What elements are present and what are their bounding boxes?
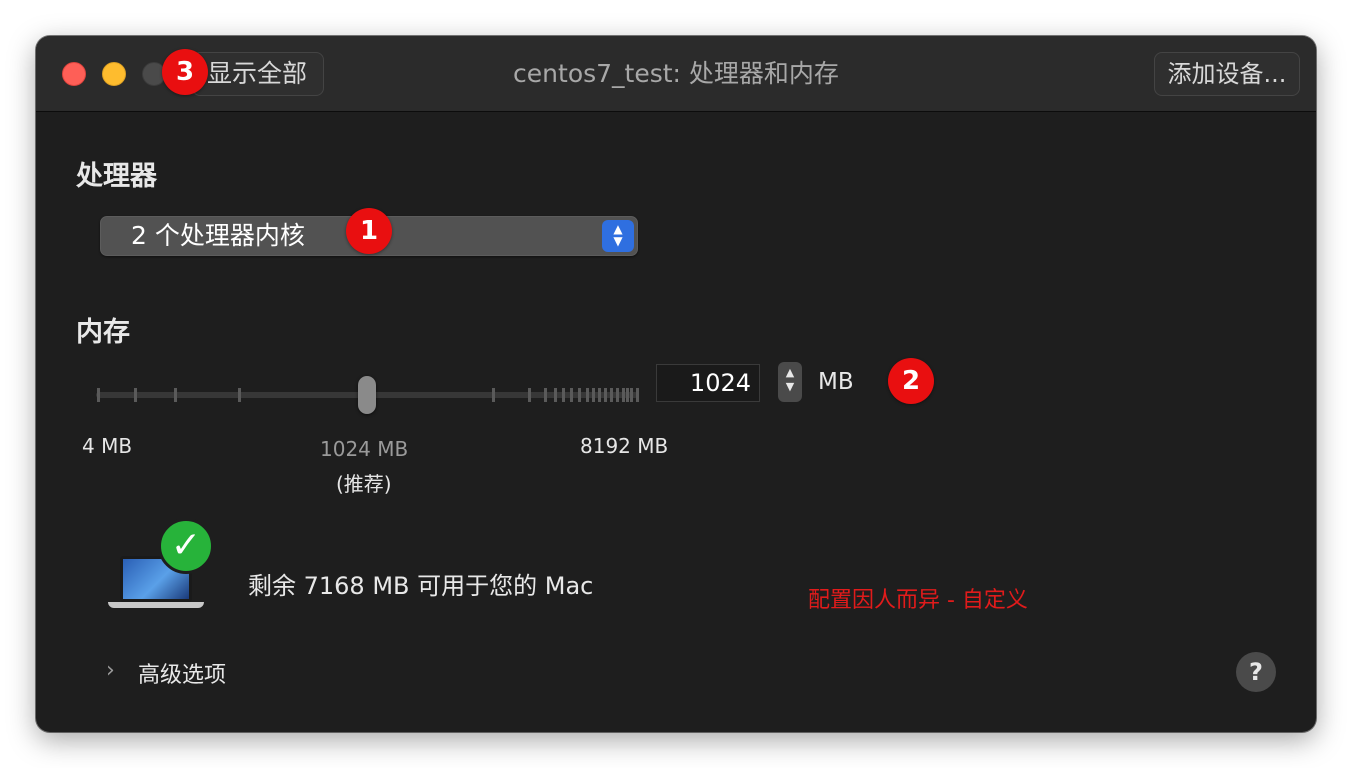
minimize-button[interactable] (102, 62, 126, 86)
memory-unit: MB (818, 369, 854, 395)
slider-recommended-label: 1024 MB (320, 437, 409, 461)
memory-slider-thumb[interactable] (358, 376, 376, 414)
slider-tick (622, 388, 625, 402)
slider-tick (592, 388, 595, 402)
show-all-button[interactable]: 显示全部 (192, 52, 324, 96)
available-memory-text: 剩余 7168 MB 可用于您的 Mac (248, 572, 594, 600)
memory-heading: 内存 (76, 317, 130, 348)
slider-tick (626, 388, 629, 402)
slider-tick (528, 388, 531, 402)
slider-tick (544, 388, 547, 402)
slider-tick (610, 388, 613, 402)
slider-tick (174, 388, 177, 402)
stepper-down-icon[interactable]: ▼ (786, 380, 794, 393)
slider-min-label: 4 MB (82, 434, 133, 458)
slider-tick (238, 388, 241, 402)
up-down-arrows-icon: ▲ ▼ (602, 220, 634, 252)
slider-tick (570, 388, 573, 402)
slider-max-label: 8192 MB (580, 434, 669, 458)
processor-heading: 处理器 (76, 161, 157, 192)
slider-recommended-caption: (推荐) (336, 472, 392, 496)
slider-tick (554, 388, 557, 402)
slider-tick (134, 388, 137, 402)
help-button[interactable]: ? (1236, 652, 1276, 692)
slider-tick (598, 388, 601, 402)
slider-tick (630, 388, 633, 402)
slider-tick (586, 388, 589, 402)
slider-tick (492, 388, 495, 402)
slider-tick (616, 388, 619, 402)
annotation-badge-3: 3 (162, 49, 208, 95)
memory-input[interactable]: 1024 (656, 364, 760, 402)
slider-tick (578, 388, 581, 402)
processor-select-value: 2 个处理器内核 (131, 221, 305, 250)
memory-stepper[interactable]: ▲ ▼ (778, 362, 802, 402)
titlebar: 显示全部 centos7_test: 处理器和内存 添加设备... (36, 36, 1316, 112)
stepper-up-icon[interactable]: ▲ (786, 366, 794, 379)
checkmark-icon: ✓ (158, 518, 214, 574)
slider-tick (562, 388, 565, 402)
close-button[interactable] (62, 62, 86, 86)
add-device-button[interactable]: 添加设备... (1154, 52, 1300, 96)
chevron-right-icon[interactable]: › (106, 658, 115, 683)
annotation-note: 配置因人而异 - 自定义 (808, 588, 1028, 613)
advanced-options-toggle[interactable]: 高级选项 (138, 657, 226, 689)
annotation-badge-1: 1 (346, 208, 392, 254)
slider-tick (636, 388, 639, 402)
settings-window: 显示全部 centos7_test: 处理器和内存 添加设备... 处理器 2 … (36, 36, 1316, 732)
slider-tick (604, 388, 607, 402)
slider-tick (97, 388, 100, 402)
annotation-badge-2: 2 (888, 358, 934, 404)
